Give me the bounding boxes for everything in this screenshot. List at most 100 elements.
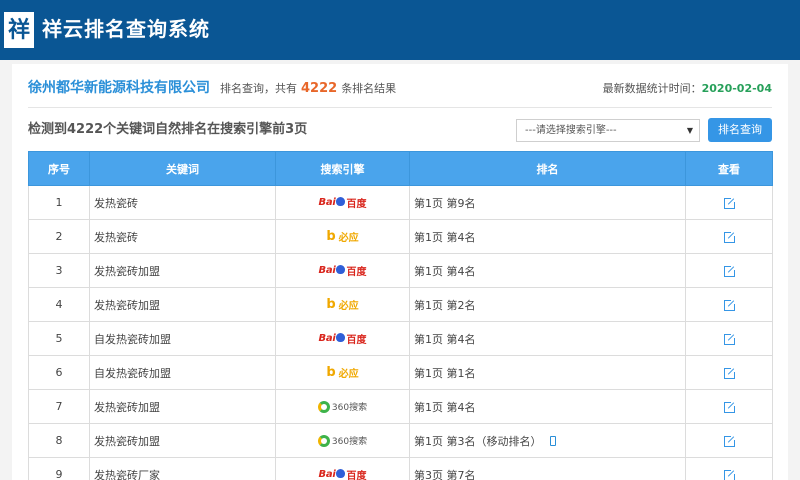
rank-text: 第1页 第4名 <box>414 230 476 244</box>
row-number: 7 <box>28 389 90 424</box>
engine-select-value: ---请选择搜索引擎--- <box>525 125 617 136</box>
360-logo-text: 360搜索 <box>331 403 368 414</box>
rank-cell: 第1页 第4名 <box>409 219 686 254</box>
row-number: 3 <box>28 253 90 288</box>
keyword-cell: 发热瓷砖加盟 <box>89 423 276 458</box>
engine-cell: Bai 百度 <box>275 253 410 288</box>
view-cell <box>685 219 773 254</box>
baidu-logo-icon: Bai 百度 <box>318 263 367 278</box>
keyword-cell: 自发热瓷砖加盟 <box>89 321 276 356</box>
row-number: 4 <box>28 287 90 322</box>
row-number: 9 <box>28 457 90 480</box>
engine-cell: b 必应 <box>275 355 410 390</box>
external-link-icon[interactable] <box>723 331 737 345</box>
engine-select[interactable]: ---请选择搜索引擎--- ▼ <box>516 119 700 142</box>
engine-cell: 360搜索 <box>275 423 410 458</box>
external-link-icon[interactable] <box>723 399 737 413</box>
paw-icon <box>336 333 346 342</box>
view-cell <box>685 253 773 288</box>
table-row: 7 发热瓷砖加盟 360搜索 第1页 第4名 <box>28 389 773 424</box>
bing-logo-text: 必应 <box>338 233 359 244</box>
col-header-engine: 搜索引擎 <box>275 151 410 186</box>
rank-text: 第1页 第4名 <box>414 400 476 414</box>
table-row: 9 发热瓷砖厂家 Bai 百度 第3页 第7名 <box>28 457 773 480</box>
view-cell <box>685 457 773 480</box>
top-bar: 祥 祥云排名查询系统 <box>0 0 800 60</box>
divider <box>28 107 772 108</box>
engine-cell: Bai 百度 <box>275 457 410 480</box>
rank-text: 第1页 第1名 <box>414 366 476 380</box>
360-ring-icon <box>317 434 330 447</box>
external-link-icon[interactable] <box>723 433 737 447</box>
update-time: 最新数据统计时间：2020-02-04 <box>603 80 772 98</box>
external-link-icon[interactable] <box>723 365 737 379</box>
external-link-icon[interactable] <box>723 195 737 209</box>
rank-cell: 第1页 第1名 <box>409 355 686 390</box>
view-cell <box>685 287 773 322</box>
query-button[interactable]: 排名查询 <box>708 118 772 142</box>
table-row: 1 发热瓷砖 Bai 百度 第1页 第9名 <box>28 185 773 220</box>
result-summary: 排名查询，共有 4222 条排名结果 <box>220 80 396 98</box>
rank-cell: 第3页 第7名 <box>409 457 686 480</box>
row-number: 8 <box>28 423 90 458</box>
engine-cell: Bai 百度 <box>275 321 410 356</box>
table-row: 5 自发热瓷砖加盟 Bai 百度 第1页 第4名 <box>28 321 773 356</box>
row-number: 5 <box>28 321 90 356</box>
360-logo-icon: 360搜索 <box>317 434 367 447</box>
external-link-icon[interactable] <box>723 229 737 243</box>
keyword-cell: 发热瓷砖加盟 <box>89 253 276 288</box>
table-row: 3 发热瓷砖加盟 Bai 百度 第1页 第4名 <box>28 253 773 288</box>
row-number: 6 <box>28 355 90 390</box>
engine-cell: b 必应 <box>275 287 410 322</box>
external-link-icon[interactable] <box>723 467 737 480</box>
view-cell <box>685 321 773 356</box>
rank-text: 第1页 第9名 <box>414 196 476 210</box>
rank-cell: 第1页 第4名 <box>409 389 686 424</box>
external-link-icon[interactable] <box>723 297 737 311</box>
engine-cell: b 必应 <box>275 219 410 254</box>
summary-suffix: 条排名结果 <box>341 82 397 95</box>
keyword-cell: 自发热瓷砖加盟 <box>89 355 276 390</box>
table-row: 2 发热瓷砖 b 必应 第1页 第4名 <box>28 219 773 254</box>
keyword-cell: 发热瓷砖厂家 <box>89 457 276 480</box>
rank-cell: 第1页 第4名 <box>409 253 686 288</box>
bing-logo-mark: b <box>326 297 336 312</box>
row-number: 2 <box>28 219 90 254</box>
baidu-logo-icon: Bai 百度 <box>318 195 366 210</box>
baidu-logo-left: Bai <box>318 469 336 480</box>
table-row: 8 发热瓷砖加盟 360搜索 第1页 第3名（移动排名） <box>28 423 773 458</box>
bing-logo-mark: b <box>326 229 336 244</box>
360-ring-icon <box>317 400 330 413</box>
bing-logo-text: 必应 <box>338 369 359 380</box>
col-header-keyword: 关键词 <box>89 151 276 186</box>
col-header-view: 查看 <box>685 151 773 186</box>
result-count: 4222 <box>301 81 338 96</box>
engine-cell: 360搜索 <box>275 389 410 424</box>
rank-text: 第3页 第7名 <box>414 468 476 480</box>
keyword-cell: 发热瓷砖 <box>89 185 276 220</box>
baidu-logo-left: Bai <box>318 197 336 208</box>
logo-icon: 祥 <box>4 12 34 48</box>
baidu-logo-left: Bai <box>318 265 336 276</box>
view-cell <box>685 423 773 458</box>
rank-text: 第1页 第4名 <box>414 264 476 278</box>
col-header-no: 序号 <box>28 151 90 186</box>
baidu-logo-right: 百度 <box>346 471 367 480</box>
view-cell <box>685 185 773 220</box>
rank-cell: 第1页 第2名 <box>409 287 686 322</box>
external-link-icon[interactable] <box>723 263 737 277</box>
rank-text: 第1页 第4名 <box>414 332 476 346</box>
rank-text: 第1页 第2名 <box>414 298 476 312</box>
baidu-logo-right: 百度 <box>346 267 367 278</box>
rank-cell: 第1页 第9名 <box>409 185 686 220</box>
rank-cell: 第1页 第4名 <box>409 321 686 356</box>
bing-logo-text: 必应 <box>338 301 359 312</box>
rank-cell: 第1页 第3名（移动排名） <box>409 423 686 458</box>
bing-logo-icon: b 必应 <box>326 229 358 244</box>
headline: 检测到4222个关键词自然排名在搜索引擎前3页 <box>28 122 308 137</box>
app-title: 祥云排名查询系统 <box>42 17 210 41</box>
paw-icon <box>336 265 346 274</box>
summary-prefix: 排名查询，共有 <box>220 82 297 95</box>
360-logo-icon: 360搜索 <box>317 400 368 414</box>
bing-logo-icon: b 必应 <box>326 297 358 312</box>
